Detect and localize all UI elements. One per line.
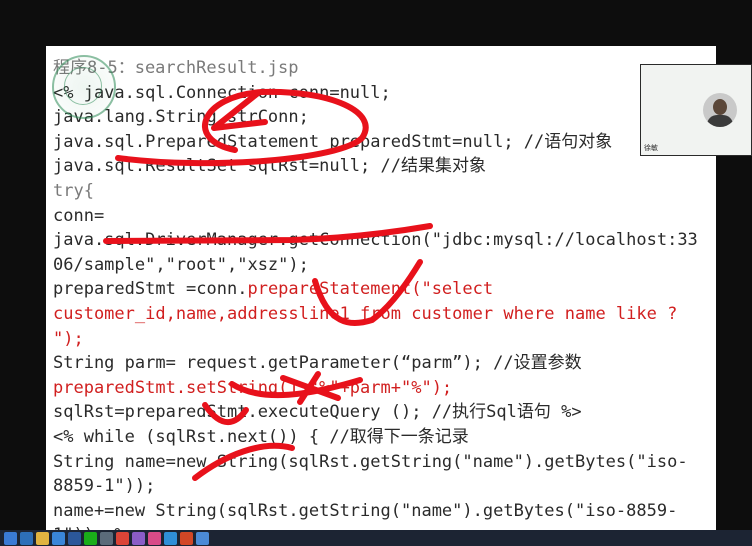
code-segment: preparedStmt.setString(1,"%"+parm+"%");: [53, 377, 453, 398]
code-line: ");: [53, 327, 713, 352]
mail-icon[interactable]: [20, 531, 33, 545]
code-segment: sqlRst=preparedStmt.executeQuery (); //执…: [53, 402, 582, 423]
code-line: <% java.sql.Connection conn=null;: [53, 81, 713, 106]
code-segment: customer_id,name,addressline1 from custo…: [53, 303, 678, 324]
taskbar: [0, 530, 752, 546]
code-line: 06/sample","root","xsz");: [53, 253, 713, 278]
code-line: name+=new String(sqlRst.getString("name"…: [53, 499, 713, 524]
participant-avatar: [703, 93, 737, 127]
code-segment: ");: [53, 328, 84, 349]
university-logo: [52, 55, 116, 119]
code-line: 1")); %>: [53, 523, 713, 530]
folder-icon[interactable]: [36, 531, 49, 545]
code-segment: name+=new String(sqlRst.getString("name"…: [53, 500, 678, 521]
code-line: java.sql.DriverManager.getConnection("jd…: [53, 228, 713, 253]
code-segment: conn=: [53, 205, 105, 226]
presentation-slide: 程序8-5：searchResult.jsp <% java.sql.Connec…: [46, 46, 716, 530]
code-line: preparedStmt.setString(1,"%"+parm+"%");: [53, 376, 713, 401]
code-line: customer_id,name,addressline1 from custo…: [53, 302, 713, 327]
code-line: preparedStmt =conn.prepareStatement("sel…: [53, 277, 713, 302]
code-segment: String name=new String(sqlRst.getString(…: [53, 451, 688, 472]
browser-icon[interactable]: [52, 531, 65, 545]
participant-name: 徐敏: [644, 144, 658, 152]
code-listing: 程序8-5：searchResult.jsp <% java.sql.Connec…: [53, 56, 713, 530]
app-icon[interactable]: [100, 531, 113, 545]
code-line: try{: [53, 179, 713, 204]
cloud-icon[interactable]: [164, 531, 177, 545]
code-segment: prepareStatement("select: [247, 279, 494, 300]
code-line: <% while (sqlRst.next()) { //取得下一条记录: [53, 425, 713, 450]
code-line: String parm= request.getParameter(“parm”…: [53, 351, 713, 376]
code-line: String name=new String(sqlRst.getString(…: [53, 450, 713, 475]
code-line: 程序8-5：searchResult.jsp: [53, 56, 713, 81]
code-segment: String parm= request.getParameter(“parm”…: [53, 353, 582, 374]
chrome-icon[interactable]: [116, 531, 129, 545]
code-segment: java.sql.PreparedStatement preparedStmt=…: [53, 131, 613, 152]
code-line: java.lang.String strConn;: [53, 105, 713, 130]
code-segment: preparedStmt =conn.: [53, 279, 248, 300]
code-segment: java.sql.DriverManager.getConnection("jd…: [53, 230, 698, 251]
wechat-icon[interactable]: [84, 531, 97, 545]
code-line: java.sql.ResultSet sqlRst=null; //结果集对象: [53, 154, 713, 179]
code-line: sqlRst=preparedStmt.executeQuery (); //执…: [53, 400, 713, 425]
video-thumbnail[interactable]: 徐敏: [640, 64, 752, 156]
code-segment: java.sql.ResultSet sqlRst=null; //结果集对象: [53, 156, 486, 177]
code-segment: try{: [53, 180, 94, 201]
word-icon[interactable]: [68, 531, 81, 545]
code-segment: <% while (sqlRst.next()) { //取得下一条记录: [53, 426, 469, 447]
music-icon[interactable]: [148, 531, 161, 545]
powerpoint-icon[interactable]: [180, 531, 193, 545]
start-icon[interactable]: [4, 531, 17, 545]
code-segment: 06/sample","root","xsz");: [53, 254, 309, 275]
code-line: 8859-1"));: [53, 474, 713, 499]
code-segment: 8859-1"));: [53, 476, 156, 497]
code-line: java.sql.PreparedStatement preparedStmt=…: [53, 130, 713, 155]
code-line: conn=: [53, 204, 713, 229]
files-icon[interactable]: [196, 531, 209, 545]
photo-icon[interactable]: [132, 531, 145, 545]
